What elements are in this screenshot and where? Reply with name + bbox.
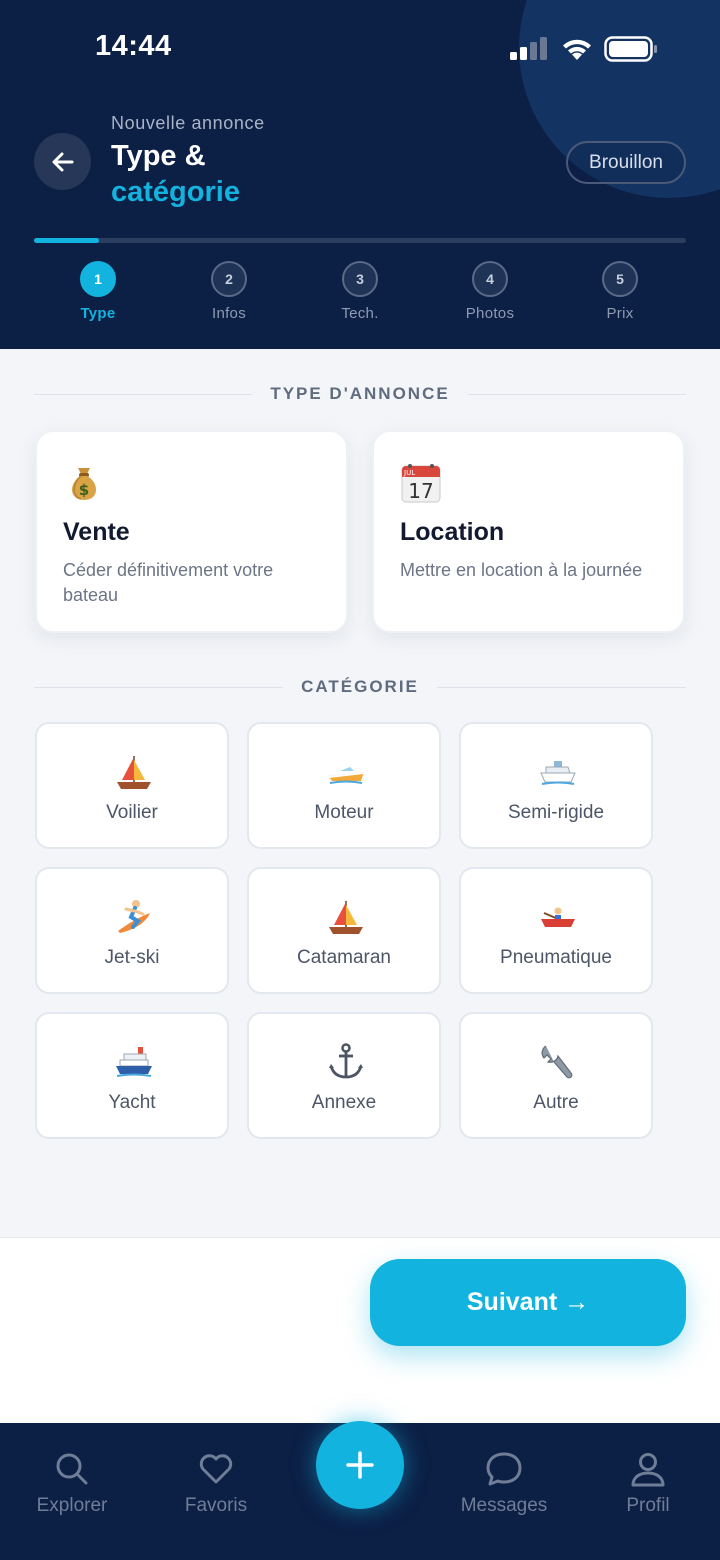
nav-label: Favoris (184, 1495, 248, 1516)
listing-type-rental-card[interactable]: JUL 17 Location Mettre en location à la … (372, 430, 685, 633)
category-voilier[interactable]: Voilier (35, 722, 229, 849)
cellular-signal-icon (510, 37, 547, 60)
chat-bubble-icon (486, 1452, 522, 1486)
nav-explorer[interactable]: Explorer (7, 1449, 137, 1517)
step-number: 5 (602, 261, 638, 297)
category-label: Yacht (108, 1092, 156, 1113)
step-tech[interactable]: 3 Tech. (310, 261, 410, 322)
section-title: TYPE D'ANNONCE (270, 384, 450, 403)
wifi-icon (563, 39, 591, 60)
draft-button[interactable]: Brouillon (566, 141, 686, 184)
category-pneumatique[interactable]: Pneumatique (459, 867, 653, 994)
category-semi-rigide[interactable]: Semi-rigide (459, 722, 653, 849)
nav-messages[interactable]: Messages (439, 1449, 569, 1517)
svg-text:$: $ (79, 481, 89, 499)
category-label: Annexe (311, 1092, 377, 1113)
search-icon (56, 1453, 88, 1485)
divider (436, 686, 686, 688)
divider (467, 393, 687, 395)
page-title: Type & (111, 140, 206, 172)
status-time: 14:44 (95, 30, 172, 62)
step-number: 2 (211, 261, 247, 297)
category-label: Moteur (314, 802, 374, 823)
category-label: Pneumatique (500, 947, 612, 968)
heart-icon (199, 1454, 233, 1484)
listing-type-sale-card[interactable]: $ Vente Céder définitivement votre batea… (35, 430, 348, 633)
speedboat-icon (328, 767, 364, 784)
calendar-month: JUL (403, 469, 415, 477)
category-heading: CATÉGORIE (34, 677, 686, 697)
step-label: Tech. (341, 305, 379, 322)
money-bag-icon: $ (71, 468, 97, 500)
step-type[interactable]: 1 Type (48, 261, 148, 322)
back-button[interactable] (34, 133, 91, 190)
bottom-nav: Explorer Favoris Messages Profil (0, 1421, 720, 1560)
step-photos[interactable]: 4 Photos (440, 261, 540, 322)
category-catamaran[interactable]: Catamaran (247, 867, 441, 994)
card-title: Location (400, 518, 505, 546)
category-label: Jet-ski (104, 947, 160, 968)
category-label: Voilier (106, 802, 158, 823)
step-label: Photos (465, 305, 515, 322)
nav-favoris[interactable]: Favoris (151, 1449, 281, 1517)
header-subtitle: Nouvelle annonce (111, 113, 265, 133)
calendar-icon: JUL 17 (401, 464, 441, 503)
step-number: 1 (80, 261, 116, 297)
listing-type-heading: TYPE D'ANNONCE (34, 384, 687, 404)
card-description: Mettre en location à la journée (400, 560, 643, 580)
category-label: Catamaran (297, 947, 391, 968)
divider (34, 393, 253, 395)
progress-fill (34, 238, 100, 243)
sailboat-icon (117, 756, 151, 789)
sailboat-icon (329, 901, 363, 934)
page-title-accent: catégorie (111, 176, 240, 208)
arrow-left-icon (52, 152, 73, 171)
action-bar: Suivant → (0, 1237, 720, 1423)
step-infos[interactable]: 2 Infos (179, 261, 279, 322)
card-title: Vente (63, 518, 130, 546)
step-label: Type (80, 305, 116, 322)
category-autre[interactable]: Autre (459, 1012, 653, 1139)
divider (34, 686, 284, 688)
category-annexe[interactable]: Annexe (247, 1012, 441, 1139)
category-label: Autre (533, 1092, 579, 1113)
surfer-icon (118, 900, 150, 933)
step-label: Prix (606, 305, 634, 322)
nav-profil[interactable]: Profil (583, 1449, 713, 1517)
header: 14:44 Nouvelle annonce Type & catégorie … (0, 0, 720, 349)
step-number: 4 (472, 261, 508, 297)
category-jet-ski[interactable]: Jet-ski (35, 867, 229, 994)
calendar-day: 17 (408, 479, 433, 503)
category-yacht[interactable]: Yacht (35, 1012, 229, 1139)
card-description: Céder définitivement votre bateau (63, 560, 274, 605)
rowboat-icon (541, 907, 575, 927)
add-listing-button[interactable] (316, 1421, 404, 1509)
category-label: Semi-rigide (507, 802, 605, 823)
anchor-icon (329, 1043, 363, 1079)
plus-icon (346, 1451, 374, 1479)
step-number: 3 (342, 261, 378, 297)
progress-bar (34, 238, 686, 243)
next-button[interactable]: Suivant → (370, 1259, 686, 1346)
category-moteur[interactable]: Moteur (247, 722, 441, 849)
wrench-icon (541, 1045, 573, 1079)
step-prix[interactable]: 5 Prix (570, 261, 670, 322)
ship-icon (116, 1047, 152, 1077)
battery-icon (604, 36, 657, 62)
passenger-ship-icon (540, 761, 576, 785)
nav-label: Messages (460, 1495, 548, 1516)
step-label: Infos (211, 305, 247, 322)
user-icon (631, 1453, 665, 1487)
nav-label: Profil (626, 1495, 670, 1516)
nav-label: Explorer (36, 1495, 108, 1516)
section-title: CATÉGORIE (301, 677, 419, 696)
